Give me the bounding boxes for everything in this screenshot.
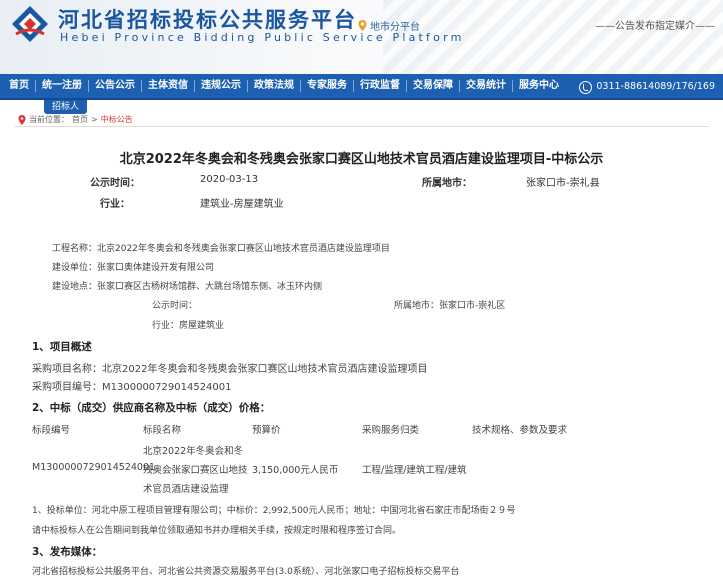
site-header: 河北省招标投标公共服务平台 Hebei Province Bidding Pub…: [0, 0, 723, 74]
project-name-line: 工程名称：北京2022年冬奥会和冬残奥会张家口赛区山地技术官员酒店建设监理项目: [52, 244, 390, 254]
builder-line: 建设单位：张家口奥体建设开发有限公司: [52, 263, 215, 273]
purchase-no-line: 采购项目编号：M1300000729014524001: [32, 382, 232, 393]
breadcrumb: 当前位置： 首页 > 中标公告: [18, 114, 133, 125]
nav-item-announcements[interactable]: 公告公示: [89, 73, 141, 99]
breadcrumb-home[interactable]: 首页: [72, 114, 88, 125]
table-cell-name-line2: 残奥会张家口赛区山地技: [143, 465, 248, 476]
site-logo-icon[interactable]: [10, 4, 50, 44]
nav-item-violations[interactable]: 违规公示: [195, 73, 247, 99]
nav-item-supervision[interactable]: 行政监督: [354, 73, 406, 99]
inner-city: 所属地市：张家口市-崇礼区: [394, 301, 506, 311]
subtab-bidder[interactable]: 招标人: [44, 100, 88, 114]
nav-item-home[interactable]: 首页: [0, 73, 35, 99]
breadcrumb-current[interactable]: 中标公告: [101, 114, 133, 125]
table-cell-name-line1: 北京2022年冬奥会和冬: [143, 446, 244, 457]
hotline-number: 0311-88614089/176/169: [596, 81, 715, 92]
nav-item-experts[interactable]: 专家服务: [301, 73, 353, 99]
table-cell-category: 工程/监理/建筑工程/建筑: [362, 465, 467, 476]
location-label: 所属地市：: [422, 178, 472, 189]
publish-time-value: 2020-03-13: [200, 174, 259, 185]
table-header-category: 采购服务归类: [362, 425, 420, 436]
table-cell-code: M1300000729014524001: [32, 462, 156, 473]
publish-time-label: 公示时间：: [90, 178, 140, 189]
section-media-title: 3、发布媒体：: [32, 546, 103, 558]
region-platform-link[interactable]: 地市分平台: [358, 18, 420, 33]
nav-item-statistics[interactable]: 交易统计: [460, 73, 512, 99]
industry-label: 行业：: [100, 199, 130, 210]
site-line: 建设地点：张家口赛区古杨树场馆群、大跳台场馆东侧、冰玉环内侧: [52, 282, 323, 292]
notice-line: 请中标投标人在公告期间到我单位领取通知书并办理相关手续，按规定时限和程序签订合同…: [32, 526, 402, 536]
media-line: 河北省招标投标公共服务平台、河北省公共资源交易服务平台(3.0系统）、河北张家口…: [32, 567, 460, 577]
nav-item-credit[interactable]: 主体资信: [142, 73, 194, 99]
breadcrumb-prefix: 当前位置：: [29, 115, 69, 124]
breadcrumb-separator: >: [91, 115, 98, 124]
main-nav: 首页 统一注册 公告公示 主体资信 违规公示 政策法规 专家服务 行政监督 交易…: [0, 74, 723, 100]
section-winner-title: 2、中标（成交）供应商名称及中标（成交）价格：: [32, 402, 271, 414]
table-cell-name-line3: 术官员酒店建设监理: [143, 484, 229, 495]
page-title: 北京2022年冬奥会和冬残奥会张家口赛区山地技术官员酒店建设监理项目-中标公示: [119, 152, 604, 167]
phone-icon: [579, 80, 593, 94]
table-header-name: 标段名称: [143, 425, 182, 436]
table-header-code: 标段编号: [32, 425, 71, 436]
table-header-spec: 技术规格、参数及要求: [472, 425, 568, 436]
inner-industry: 行业：房屋建筑业: [152, 321, 225, 331]
purchase-name-line: 采购项目名称：北京2022年冬奥会和冬残奥会张家口赛区山地技术官员酒店建设监理项…: [32, 364, 428, 375]
divider: [14, 126, 709, 127]
location-pin-icon: [18, 114, 26, 125]
inner-publish-time: 公示时间：: [152, 301, 198, 311]
region-link-label: 地市分平台: [370, 22, 420, 33]
site-title[interactable]: 河北省招标投标公共服务平台: [58, 4, 357, 34]
nav-item-guarantee[interactable]: 交易保障: [407, 73, 459, 99]
table-header-budget: 预算价: [252, 425, 281, 436]
winner-line: 1、投标单位：河北中原工程项目管理有限公司；中标价：2,992,500元人民币；…: [32, 506, 516, 516]
location-pin-icon: [358, 20, 367, 31]
section-overview-title: 1、项目概述: [32, 341, 92, 353]
industry-value: 建筑业-房屋建筑业: [200, 199, 284, 210]
media-slogan: ——公告发布指定媒介——: [595, 21, 715, 32]
nav-item-register[interactable]: 统一注册: [36, 73, 88, 99]
nav-item-service[interactable]: 服务中心: [513, 73, 565, 99]
hotline: 0311-88614089/176/169: [579, 74, 715, 100]
table-cell-budget: 3,150,000元人民币: [252, 465, 339, 476]
nav-item-policies[interactable]: 政策法规: [248, 73, 300, 99]
location-value: 张家口市-崇礼县: [526, 178, 600, 189]
